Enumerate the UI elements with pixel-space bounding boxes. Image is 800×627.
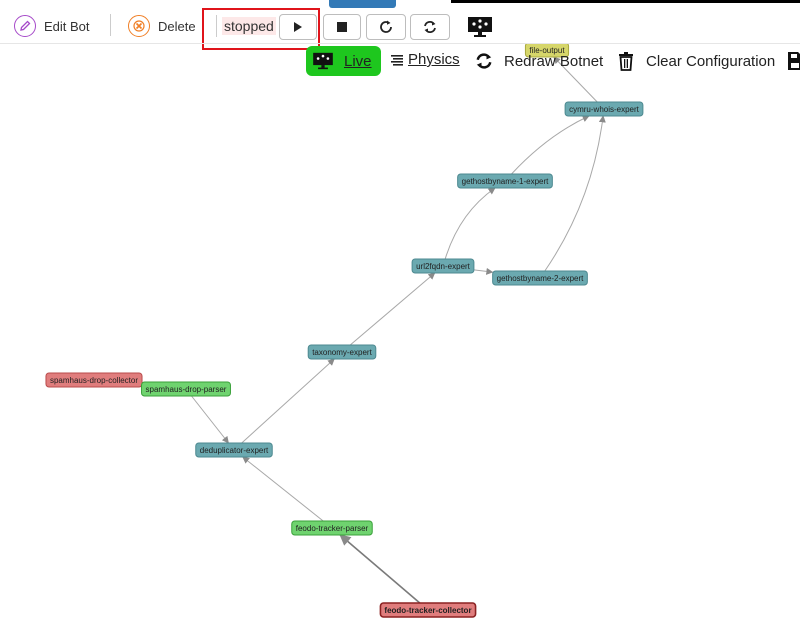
graph-edge[interactable]: [544, 115, 606, 272]
toolbar-separator: [110, 14, 111, 36]
node-label: feodo-tracker-parser: [296, 524, 369, 533]
node-label: gethostbyname-1-expert: [462, 177, 549, 186]
node-label: feodo-tracker-collector: [384, 606, 471, 615]
redraw-botnet-button[interactable]: Redraw Botnet: [474, 51, 603, 71]
node-label: spamhaus-drop-parser: [146, 385, 227, 394]
physics-label: Physics: [408, 51, 460, 68]
node-label: url2fqdn-expert: [416, 262, 471, 271]
edit-bot-label: Edit Bot: [44, 18, 90, 34]
graph-edge[interactable]: [191, 395, 229, 444]
graph-node-cymru-whois-expert[interactable]: cymru-whois-expert: [564, 101, 644, 117]
node-label: taxonomy-expert: [312, 348, 372, 357]
live-button[interactable]: Live: [306, 46, 381, 76]
save-icon[interactable]: [787, 51, 800, 76]
graph-edge[interactable]: [242, 456, 324, 522]
graph-node-gethostbyname-1-expert[interactable]: gethostbyname-1-expert: [457, 173, 553, 189]
stop-icon: [337, 22, 347, 32]
delete-button[interactable]: Delete: [128, 15, 196, 37]
node-label: deduplicator-expert: [200, 446, 269, 455]
graph-node-spamhaus-drop-parser[interactable]: spamhaus-drop-parser: [141, 381, 231, 397]
delete-icon: [128, 15, 150, 37]
restart-icon: [380, 20, 392, 33]
graph-node-gethostbyname-2-expert[interactable]: gethostbyname-2-expert: [492, 270, 588, 286]
refresh-icon: [476, 53, 492, 69]
clear-configuration-label: Clear Configuration: [646, 52, 776, 70]
graph-edge[interactable]: [444, 187, 496, 260]
node-label: spamhaus-drop-collector: [50, 376, 138, 385]
live-label: Live: [344, 52, 372, 70]
monitor-icon[interactable]: [467, 16, 493, 43]
graph-node-deduplicator-expert[interactable]: deduplicator-expert: [195, 442, 273, 458]
top-tab-indicator: [329, 0, 396, 8]
reload-icon: [424, 21, 436, 33]
list-icon: [391, 54, 403, 66]
botnet-graph[interactable]: file-outputcymru-whois-expertgethostbyna…: [0, 44, 800, 627]
node-label: cymru-whois-expert: [569, 105, 640, 114]
delete-label: Delete: [158, 18, 196, 34]
pencil-icon: [14, 15, 36, 37]
reload-button[interactable]: [410, 14, 450, 40]
graph-node-feodo-tracker-collector[interactable]: feodo-tracker-collector: [379, 602, 477, 618]
redraw-botnet-label: Redraw Botnet: [504, 52, 604, 70]
graph-edge[interactable]: [473, 267, 494, 275]
stop-button[interactable]: [323, 14, 361, 40]
graph-node-feodo-tracker-parser[interactable]: feodo-tracker-parser: [291, 520, 373, 536]
edit-bot-button[interactable]: Edit Bot: [14, 15, 90, 37]
clear-configuration-button[interactable]: Clear Configuration: [618, 51, 775, 71]
graph-edge[interactable]: [349, 272, 436, 346]
graph-edge[interactable]: [241, 358, 335, 444]
restart-button[interactable]: [366, 14, 406, 40]
monitor-icon: [313, 52, 333, 70]
graph-node-taxonomy-expert[interactable]: taxonomy-expert: [307, 344, 377, 360]
trash-icon: [619, 52, 633, 71]
node-label: gethostbyname-2-expert: [497, 274, 584, 283]
graph-edge[interactable]: [339, 534, 421, 604]
graph-node-url2fqdn-expert[interactable]: url2fqdn-expert: [411, 258, 475, 274]
graph-node-spamhaus-drop-collector[interactable]: spamhaus-drop-collector: [45, 372, 143, 388]
top-bar-strip: [451, 0, 800, 3]
physics-button[interactable]: Physics: [390, 51, 460, 68]
graph-edge[interactable]: [511, 115, 590, 175]
